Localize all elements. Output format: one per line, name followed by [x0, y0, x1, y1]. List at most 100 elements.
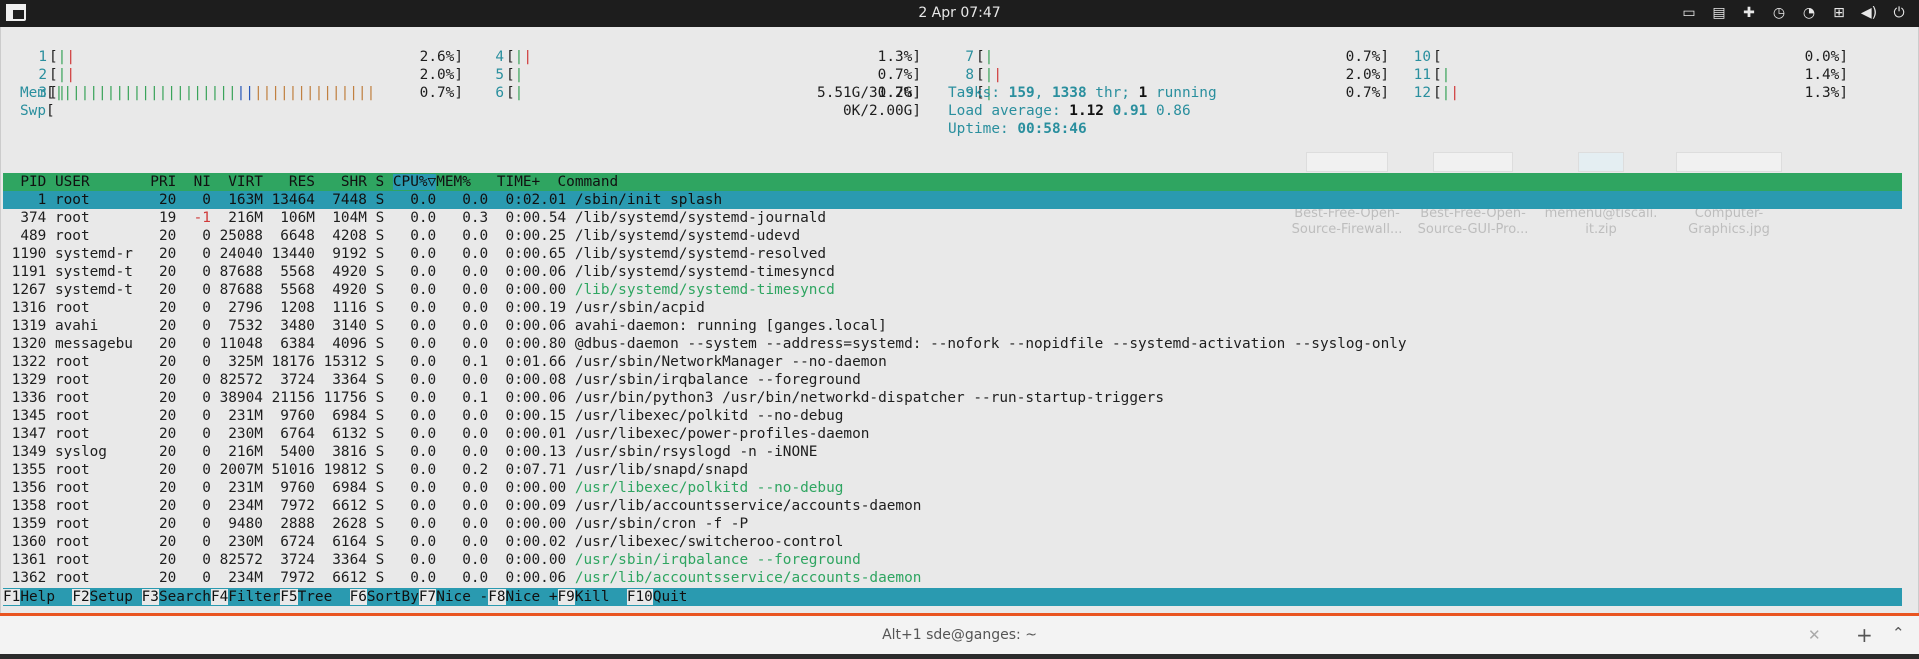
process-shr: 2628 [323, 516, 376, 532]
process-command: /usr/lib/accountsservice/accounts-daemon [574, 498, 922, 514]
process-state: S [375, 210, 402, 226]
fkey-label[interactable]: Nice + [506, 589, 558, 605]
process-priority: 20 [150, 444, 185, 460]
process-row[interactable]: 1345 root 20 0 231M 9760 6984 S 0.0 0.0 … [3, 407, 1902, 425]
fkey-label[interactable]: Tree [298, 589, 350, 605]
fkey-label[interactable]: Nice - [436, 589, 488, 605]
process-shr: 6164 [323, 534, 376, 550]
fkey-f1[interactable]: F1 [3, 589, 21, 605]
process-row[interactable]: 374 root 19 -1 216M 106M 104M S 0.0 0.3 … [3, 209, 1902, 227]
cpu-core-bar: [|| [506, 49, 533, 65]
window-title[interactable]: Alt+1 sde@ganges: ~ [0, 627, 1919, 643]
power-icon[interactable]: ⏻ [1887, 2, 1911, 24]
process-row[interactable]: 1190 systemd-r 20 0 24040 13440 9192 S 0… [3, 245, 1902, 263]
process-priority: 20 [150, 480, 185, 496]
process-row[interactable]: 1267 systemd-t 20 0 87688 5568 4920 S 0.… [3, 281, 1902, 299]
fkey-label[interactable]: Setup [90, 589, 142, 605]
process-pid: 489 [3, 228, 55, 244]
process-shr: 6612 [323, 498, 376, 514]
process-command: /usr/libexec/polkitd --no-debug [574, 480, 844, 496]
extension-icon[interactable]: ✚ [1737, 2, 1761, 24]
process-row[interactable]: 1356 root 20 0 231M 9760 6984 S 0.0 0.0 … [3, 479, 1902, 497]
network-icon[interactable]: ⊞ [1827, 2, 1851, 24]
fkey-f9[interactable]: F9 [557, 589, 575, 605]
process-command: @dbus-daemon --system --address=systemd:… [574, 336, 1407, 352]
terminal-icon[interactable]: ▭ [1677, 2, 1701, 24]
process-row[interactable]: 1358 root 20 0 234M 7972 6612 S 0.0 0.0 … [3, 497, 1902, 515]
process-time: 0:00.01 [505, 426, 575, 442]
process-nice: 0 [184, 498, 220, 514]
process-row[interactable]: 1349 syslog 20 0 216M 5400 3816 S 0.0 0.… [3, 443, 1902, 461]
process-user: root [54, 354, 151, 370]
process-shr: 6984 [323, 408, 376, 424]
process-row[interactable]: 1 root 20 0 163M 13464 7448 S 0.0 0.0 0:… [3, 191, 1902, 209]
process-virt: 87688 [219, 264, 272, 280]
process-user: root [54, 480, 151, 496]
process-row[interactable]: 1329 root 20 0 82572 3724 3364 S 0.0 0.0… [3, 371, 1902, 389]
fkey-f10[interactable]: F10 [626, 589, 653, 605]
process-row[interactable]: 1347 root 20 0 230M 6764 6132 S 0.0 0.0 … [3, 425, 1902, 443]
process-row[interactable]: 1361 root 20 0 82572 3724 3364 S 0.0 0.0… [3, 551, 1902, 569]
process-shr: 15312 [323, 354, 376, 370]
fkey-f8[interactable]: F8 [488, 589, 506, 605]
fkey-f5[interactable]: F5 [280, 589, 298, 605]
cpu-core-percent: 2.0%] [1345, 67, 1389, 83]
process-row[interactable]: 1359 root 20 0 9480 2888 2628 S 0.0 0.0 … [3, 515, 1902, 533]
cpu-core-number: 6 [495, 85, 504, 101]
process-row[interactable]: 489 root 20 0 25088 6648 4208 S 0.0 0.0 … [3, 227, 1902, 245]
tab-menu-icon[interactable]: ⌃ [1892, 624, 1905, 642]
process-command: /sbin/init splash [574, 192, 723, 208]
process-priority: 19 [150, 210, 185, 226]
fkey-label[interactable]: Kill [575, 589, 627, 605]
history-icon[interactable]: ◷ [1767, 2, 1791, 24]
process-row[interactable]: 1336 root 20 0 38904 21156 11756 S 0.0 0… [3, 389, 1902, 407]
process-shr: 6984 [323, 480, 376, 496]
process-cpu: 0.0 [401, 264, 454, 280]
process-user: root [54, 300, 151, 316]
process-command: /lib/systemd/systemd-udevd [574, 228, 801, 244]
fkey-f2[interactable]: F2 [72, 589, 90, 605]
process-cpu: 0.0 [401, 498, 454, 514]
sort-column-cpu[interactable]: CPU%▽ [392, 174, 437, 190]
process-row[interactable]: 1320 messagebu 20 0 11048 6384 4096 S 0.… [3, 335, 1902, 353]
fkey-f6[interactable]: F6 [349, 589, 367, 605]
clock[interactable]: 2 Apr 07:47 [0, 5, 1919, 21]
process-cpu: 0.0 [401, 552, 454, 568]
fkey-label[interactable]: Help [20, 589, 72, 605]
process-row[interactable]: 1191 systemd-t 20 0 87688 5568 4920 S 0.… [3, 263, 1902, 281]
process-table-header[interactable]: PID USER PRI NI VIRT RES SHR S CPU%▽MEM%… [3, 173, 1902, 191]
terminal-window[interactable]: 1 [|| 2.6%] 2 [|| 2.0%] 3 [| 0.7%] 4 [|| 1.3%] 5 [| 0.… [0, 27, 1919, 622]
tasks-line: Tasks: 159, 1338 thr; 1 running [948, 85, 1217, 101]
process-row[interactable]: 1319 avahi 20 0 7532 3480 3140 S 0.0 0.0… [3, 317, 1902, 335]
process-row[interactable]: 1322 root 20 0 325M 18176 15312 S 0.0 0.… [3, 353, 1902, 371]
fkey-label[interactable]: SortBy [367, 589, 419, 605]
process-virt: 25088 [219, 228, 272, 244]
process-shr: 104M [323, 210, 376, 226]
process-row[interactable]: 1360 root 20 0 230M 6724 6164 S 0.0 0.0 … [3, 533, 1902, 551]
process-mem: 0.1 [453, 354, 506, 370]
process-row[interactable]: 1362 root 20 0 234M 7972 6612 S 0.0 0.0 … [3, 569, 1902, 587]
volume-icon[interactable]: ◀) [1857, 2, 1881, 24]
cpu-core-bar: [| [976, 49, 994, 65]
terminal-tab-bar: Alt+1 sde@ganges: ~ ✕ + ⌃ [0, 613, 1919, 659]
process-row[interactable]: 1355 root 20 0 2007M 51016 19812 S 0.0 0… [3, 461, 1902, 479]
process-user: root [54, 372, 151, 388]
swp-meter: Swp[ [20, 103, 55, 119]
fkey-label[interactable]: Quit [653, 589, 688, 605]
clipboard-icon[interactable]: ▤ [1707, 2, 1731, 24]
process-command: /lib/systemd/systemd-timesyncd [574, 282, 835, 298]
close-tab-icon[interactable]: ✕ [1808, 626, 1821, 644]
speedometer-icon[interactable]: ◔ [1797, 2, 1821, 24]
function-key-bar: F1Help F2Setup F3SearchF4FilterF5Tree F6… [3, 588, 1902, 606]
process-priority: 20 [150, 534, 185, 550]
cpu-core-percent: 0.7%] [1345, 49, 1389, 65]
process-row[interactable]: 1316 root 20 0 2796 1208 1116 S 0.0 0.0 … [3, 299, 1902, 317]
fkey-label[interactable]: Filter [228, 589, 280, 605]
process-state: S [375, 300, 402, 316]
fkey-f3[interactable]: F3 [141, 589, 159, 605]
new-tab-icon[interactable]: + [1856, 623, 1873, 647]
fkey-label[interactable]: Search [159, 589, 211, 605]
fkey-f4[interactable]: F4 [210, 589, 229, 605]
fkey-f7[interactable]: F7 [418, 589, 437, 605]
process-mem: 0.0 [453, 264, 506, 280]
